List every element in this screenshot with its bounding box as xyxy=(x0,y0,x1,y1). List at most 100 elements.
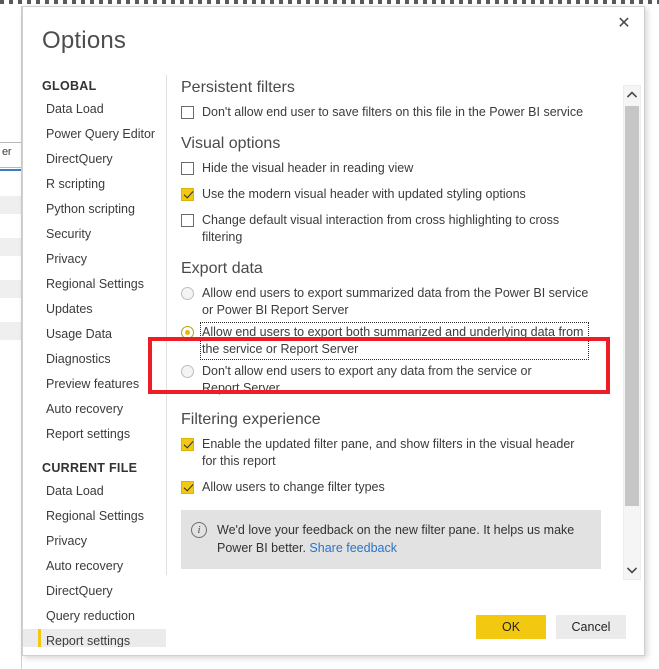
option-row-enable-filter-pane[interactable]: Enable the updated filter pane, and show… xyxy=(181,436,613,470)
sidebar-content-divider xyxy=(166,75,167,575)
sidebar-item-cf-privacy[interactable]: Privacy xyxy=(23,529,166,554)
radio-export-none[interactable] xyxy=(181,365,194,378)
sidebar-item-label: Updates xyxy=(46,302,93,316)
checkbox-modern-visual-header[interactable] xyxy=(181,188,194,201)
sidebar-item-label: Data Load xyxy=(46,484,104,498)
sidebar-item-label: Auto recovery xyxy=(46,559,124,573)
sidebar-item-r-scripting[interactable]: R scripting xyxy=(23,172,166,197)
radio-export-summarized[interactable] xyxy=(181,287,194,300)
close-icon[interactable]: ✕ xyxy=(606,9,642,39)
option-row-export-none[interactable]: Don't allow end users to export any data… xyxy=(181,363,613,397)
sidebar-item-label: Diagnostics xyxy=(46,352,111,366)
option-row-no-save-filters[interactable]: Don't allow end user to save filters on … xyxy=(181,104,613,121)
sidebar-item-cf-regional-settings[interactable]: Regional Settings xyxy=(23,504,166,529)
sidebar-item-label: Query reduction xyxy=(46,609,135,623)
option-label: Allow end users to export summarized dat… xyxy=(202,286,589,317)
sidebar-item-regional-settings[interactable]: Regional Settings xyxy=(23,272,166,297)
options-sidebar: GLOBAL Data Load Power Query Editor Dire… xyxy=(23,79,166,647)
sidebar-item-auto-recovery[interactable]: Auto recovery xyxy=(23,397,166,422)
sidebar-item-label: Power Query Editor xyxy=(46,127,156,141)
sidebar-item-label: Regional Settings xyxy=(46,277,144,291)
option-row-export-both[interactable]: Allow end users to export both summarize… xyxy=(181,322,613,360)
share-feedback-link[interactable]: Share feedback xyxy=(309,541,397,555)
option-label: Don't allow end user to save filters on … xyxy=(202,105,584,119)
checkbox-cross-filtering-default[interactable] xyxy=(181,214,194,227)
checkbox-no-save-filters[interactable] xyxy=(181,106,194,119)
section-heading: Filtering experience xyxy=(181,411,321,428)
option-label: Enable the updated filter pane, and show… xyxy=(202,437,575,468)
option-row-cross-filtering-default[interactable]: Change default visual interaction from c… xyxy=(181,212,613,246)
ok-button[interactable]: OK xyxy=(476,615,546,639)
option-label: Hide the visual header in reading view xyxy=(202,161,414,175)
dialog-title: Options xyxy=(42,27,127,54)
sidebar-item-security[interactable]: Security xyxy=(23,222,166,247)
option-row-export-summarized[interactable]: Allow end users to export summarized dat… xyxy=(181,285,613,319)
section-persistent-filters: Persistent filters Don't allow end user … xyxy=(181,79,613,121)
sidebar-group-current-file: CURRENT FILE xyxy=(42,461,138,475)
chevron-down-icon[interactable] xyxy=(624,562,640,579)
sidebar-item-label: Privacy xyxy=(46,534,87,548)
content-scrollbar[interactable] xyxy=(623,85,641,580)
feedback-banner: i We'd love your feedback on the new fil… xyxy=(181,510,601,569)
section-export-data: Export data Allow end users to export su… xyxy=(181,260,613,397)
option-label: Change default visual interaction from c… xyxy=(202,213,560,244)
sidebar-item-cf-auto-recovery[interactable]: Auto recovery xyxy=(23,554,166,579)
sidebar-item-updates[interactable]: Updates xyxy=(23,297,166,322)
section-heading: Persistent filters xyxy=(181,79,295,96)
section-heading: Export data xyxy=(181,260,263,277)
options-dialog: ✕ Options GLOBAL Data Load Power Query E… xyxy=(22,6,645,656)
info-icon: i xyxy=(191,522,207,538)
sidebar-item-label: Report settings xyxy=(46,634,131,647)
sidebar-item-label: Usage Data xyxy=(46,327,113,341)
sidebar-item-label: DirectQuery xyxy=(46,152,113,166)
option-row-change-filter-types[interactable]: Allow users to change filter types xyxy=(181,479,613,496)
sidebar-item-data-load[interactable]: Data Load xyxy=(23,97,166,122)
sidebar-item-power-query-editor[interactable]: Power Query Editor xyxy=(23,122,166,147)
sidebar-item-usage-data[interactable]: Usage Data xyxy=(23,322,166,347)
dialog-footer: OK Cancel xyxy=(476,615,626,639)
sidebar-item-cf-data-load[interactable]: Data Load xyxy=(23,479,166,504)
sidebar-item-label: Privacy xyxy=(46,252,87,266)
options-content-pane: Persistent filters Don't allow end user … xyxy=(181,79,613,591)
sidebar-group-global: GLOBAL xyxy=(42,79,97,93)
radio-export-both[interactable] xyxy=(181,326,194,339)
section-heading: Visual options xyxy=(181,135,281,152)
cancel-button[interactable]: Cancel xyxy=(556,615,626,639)
sidebar-item-directquery[interactable]: DirectQuery xyxy=(23,147,166,172)
sidebar-item-label: Data Load xyxy=(46,102,104,116)
checkbox-hide-visual-header[interactable] xyxy=(181,162,194,175)
option-label: Use the modern visual header with update… xyxy=(202,187,526,201)
sidebar-item-report-settings-global[interactable]: Report settings xyxy=(23,422,166,447)
background-tab-label: er xyxy=(2,146,12,158)
checkbox-enable-filter-pane[interactable] xyxy=(181,438,194,451)
sidebar-item-label: Security xyxy=(46,227,92,241)
checkbox-change-filter-types[interactable] xyxy=(181,481,194,494)
scrollbar-thumb[interactable] xyxy=(625,106,639,506)
screenshot-root: er ✕ Options GLOBAL Data Load Power Quer… xyxy=(0,0,659,669)
sidebar-item-label: Preview features xyxy=(46,377,140,391)
section-visual-options: Visual options Hide the visual header in… xyxy=(181,135,613,246)
capture-frame-top-border xyxy=(0,0,659,4)
sidebar-item-privacy[interactable]: Privacy xyxy=(23,247,166,272)
sidebar-item-label: Report settings xyxy=(46,427,131,441)
sidebar-item-preview-features[interactable]: Preview features xyxy=(23,372,166,397)
sidebar-item-label: R scripting xyxy=(46,177,106,191)
sidebar-item-python-scripting[interactable]: Python scripting xyxy=(23,197,166,222)
sidebar-item-label: Regional Settings xyxy=(46,509,144,523)
chevron-up-icon[interactable] xyxy=(624,86,640,103)
sidebar-item-diagnostics[interactable]: Diagnostics xyxy=(23,347,166,372)
sidebar-item-cf-query-reduction[interactable]: Query reduction xyxy=(23,604,166,629)
sidebar-item-cf-report-settings[interactable]: Report settings xyxy=(23,629,166,647)
option-label: Don't allow end users to export any data… xyxy=(202,364,532,395)
sidebar-item-cf-directquery[interactable]: DirectQuery xyxy=(23,579,166,604)
section-filtering-experience: Filtering experience Enable the updated … xyxy=(181,411,613,496)
option-label: Allow end users to export both summarize… xyxy=(200,322,589,360)
sidebar-item-label: DirectQuery xyxy=(46,584,113,598)
option-label: Allow users to change filter types xyxy=(202,480,385,494)
background-app-sliver: er xyxy=(0,6,22,669)
banner-text: We'd love your feedback on the new filte… xyxy=(217,521,589,557)
option-row-modern-visual-header[interactable]: Use the modern visual header with update… xyxy=(181,186,613,203)
sidebar-item-label: Python scripting xyxy=(46,202,135,216)
option-row-hide-visual-header[interactable]: Hide the visual header in reading view xyxy=(181,160,613,177)
background-tab-underline xyxy=(0,169,21,171)
